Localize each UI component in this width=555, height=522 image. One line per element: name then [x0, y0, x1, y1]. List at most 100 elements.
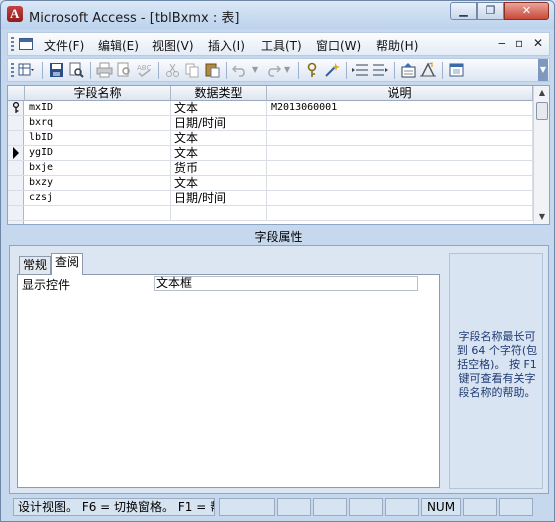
table-row[interactable]: bxrq 日期/时间: [8, 116, 533, 131]
doc-restore-icon[interactable]: ▫: [515, 36, 523, 50]
menubar-grip[interactable]: [11, 37, 14, 51]
toolbar-separator: [226, 62, 227, 79]
description-cell[interactable]: [267, 116, 533, 131]
undo-dropdown-icon[interactable]: ▼: [252, 65, 260, 81]
doc-minimize-icon[interactable]: ‒: [498, 36, 506, 50]
table-row-empty[interactable]: [8, 206, 533, 221]
table-row[interactable]: bxzy 文本: [8, 176, 533, 191]
window-title: Microsoft Access - [tblBxmx : 表]: [29, 11, 240, 26]
title-bar[interactable]: Microsoft Access - [tblBxmx : 表] ▁ ❐ ✕: [1, 1, 554, 29]
close-icon: ✕: [521, 4, 532, 17]
data-type-cell[interactable]: 文本: [171, 176, 267, 191]
cut-icon[interactable]: [164, 62, 181, 78]
status-message: 设计视图。 F6 = 切换窗格。 F1 = 帮助。: [13, 498, 215, 516]
menu-help[interactable]: 帮助(H): [376, 37, 418, 54]
menu-edit[interactable]: 编辑(E): [98, 37, 139, 54]
help-panel: 字段名称最长可到 64 个字符(包括空格)。 按 F1 键可查看有关字段名称的帮…: [449, 253, 543, 489]
tab-lookup[interactable]: 查阅: [51, 253, 84, 275]
description-cell[interactable]: [267, 161, 533, 176]
field-name-cell[interactable]: czsj: [25, 191, 171, 206]
menu-bar: 文件(F) 编辑(E) 视图(V) 插入(I) 工具(T) 窗口(W) 帮助(H…: [7, 32, 550, 56]
table-document-icon[interactable]: [19, 38, 33, 50]
description-cell[interactable]: [267, 146, 533, 161]
minimize-button[interactable]: ▁: [450, 2, 477, 20]
toolbar-separator: [158, 62, 159, 79]
toolbar-separator: [346, 62, 347, 79]
table-row[interactable]: ygID 文本: [8, 146, 533, 161]
access-window: Microsoft Access - [tblBxmx : 表] ▁ ❐ ✕ 文…: [0, 0, 555, 522]
toolbar: ABC ▼ ▼ ▼: [7, 58, 550, 82]
data-type-cell[interactable]: 文本: [171, 101, 267, 116]
field-design-grid: 字段名称 数据类型 说明 mxID 文本 M2013060001 bxrq 日期…: [7, 85, 550, 225]
redo-icon[interactable]: [264, 62, 281, 78]
menu-file[interactable]: 文件(F): [44, 37, 84, 54]
delete-rows-icon[interactable]: [372, 62, 389, 78]
data-type-cell[interactable]: [171, 206, 267, 221]
scroll-thumb[interactable]: [536, 102, 548, 120]
table-row[interactable]: bxje 货币: [8, 161, 533, 176]
status-pane: [463, 498, 497, 516]
row-selector-header: [8, 86, 25, 101]
tab-general[interactable]: 常规: [19, 256, 52, 275]
description-cell[interactable]: [267, 191, 533, 206]
undo-icon[interactable]: [232, 62, 249, 78]
menu-insert[interactable]: 插入(I): [208, 37, 245, 54]
close-button[interactable]: ✕: [504, 2, 549, 20]
data-type-cell[interactable]: 文本: [171, 131, 267, 146]
description-cell[interactable]: [267, 131, 533, 146]
status-bar: 设计视图。 F6 = 切换窗格。 F1 = 帮助。 NUM: [7, 496, 550, 518]
scroll-up-icon[interactable]: ▲: [534, 86, 549, 100]
field-name-cell[interactable]: ygID: [25, 146, 171, 161]
grid-header-row: 字段名称 数据类型 说明: [8, 86, 549, 101]
status-pane: [349, 498, 383, 516]
lookup-tab-body: 显示控件 文本框: [17, 274, 440, 488]
scroll-down-icon[interactable]: ▼: [534, 210, 549, 224]
description-cell[interactable]: M2013060001: [267, 101, 533, 116]
grid-vertical-scrollbar[interactable]: ▲ ▼: [533, 86, 549, 224]
toolbar-overflow-icon[interactable]: ▼: [538, 59, 548, 81]
field-name-cell[interactable]: bxzy: [25, 176, 171, 191]
print-icon[interactable]: [96, 62, 113, 78]
table-row[interactable]: lbID 文本: [8, 131, 533, 146]
data-type-cell[interactable]: 文本: [171, 146, 267, 161]
current-row-pointer-icon: [11, 147, 21, 159]
maximize-button[interactable]: ❐: [477, 2, 504, 20]
toolbar-separator: [42, 62, 43, 79]
print-preview-icon[interactable]: [116, 62, 133, 78]
header-field-name[interactable]: 字段名称: [25, 86, 171, 101]
save-icon[interactable]: [48, 62, 65, 78]
primary-key-icon[interactable]: [304, 62, 321, 78]
doc-close-icon[interactable]: ✕: [533, 36, 543, 50]
insert-rows-icon[interactable]: [352, 62, 369, 78]
table-row[interactable]: czsj 日期/时间: [8, 191, 533, 206]
menu-tools[interactable]: 工具(T): [261, 37, 302, 54]
menu-window[interactable]: 窗口(W): [316, 37, 361, 54]
field-name-cell[interactable]: bxrq: [25, 116, 171, 131]
properties-icon[interactable]: [400, 62, 417, 78]
paste-icon[interactable]: [204, 62, 221, 78]
display-control-field[interactable]: 文本框: [154, 276, 418, 291]
build-icon[interactable]: [324, 62, 341, 78]
field-name-cell[interactable]: [25, 206, 171, 221]
description-cell[interactable]: [267, 176, 533, 191]
field-name-cell[interactable]: bxje: [25, 161, 171, 176]
toolbar-grip[interactable]: [11, 63, 14, 77]
data-type-cell[interactable]: 日期/时间: [171, 116, 267, 131]
field-name-cell[interactable]: lbID: [25, 131, 171, 146]
database-window-icon[interactable]: [448, 62, 465, 78]
indexes-icon[interactable]: [420, 62, 437, 78]
data-type-cell[interactable]: 货币: [171, 161, 267, 176]
redo-dropdown-icon[interactable]: ▼: [284, 65, 292, 81]
header-description[interactable]: 说明: [267, 86, 533, 101]
data-type-cell[interactable]: 日期/时间: [171, 191, 267, 206]
copy-icon[interactable]: [184, 62, 201, 78]
description-cell[interactable]: [267, 206, 533, 221]
field-name-cell[interactable]: mxID: [25, 101, 171, 116]
spelling-icon[interactable]: ABC: [136, 62, 153, 78]
field-properties-pane: 常规 查阅 显示控件 文本框 字段名称最长可到 64 个字符(包括空格)。 按 …: [9, 245, 549, 494]
view-icon[interactable]: [18, 62, 35, 78]
menu-view[interactable]: 视图(V): [152, 37, 194, 54]
search-icon[interactable]: [68, 62, 85, 78]
table-row[interactable]: mxID 文本 M2013060001: [8, 101, 533, 116]
header-data-type[interactable]: 数据类型: [171, 86, 267, 101]
